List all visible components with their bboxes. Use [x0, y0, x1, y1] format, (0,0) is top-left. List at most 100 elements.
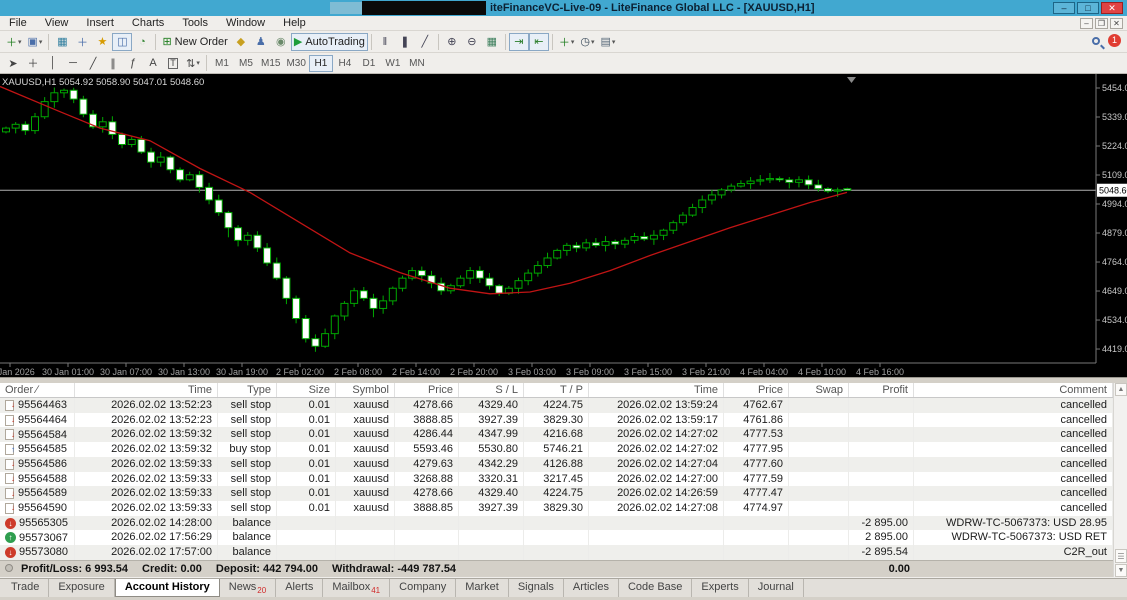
column-header-price2[interactable]: Price [724, 383, 789, 397]
crosshair-button[interactable]: ＋ [23, 54, 43, 72]
menu-item-charts[interactable]: Charts [123, 16, 173, 30]
tab-company[interactable]: Company [390, 579, 456, 597]
line-mode-button[interactable]: ╱ [415, 33, 435, 51]
maximize-button[interactable]: □ [1077, 2, 1099, 14]
column-header-profit[interactable]: Profit [849, 383, 914, 397]
table-row[interactable]: 955644642026.02.02 13:52:23sell stop0.01… [0, 413, 1113, 428]
menu-item-help[interactable]: Help [274, 16, 315, 30]
arrows-button[interactable]: ⇅▾ [183, 54, 203, 72]
terminal-button[interactable]: ◫ [112, 33, 132, 51]
fibonacci-button[interactable]: ƒ [123, 54, 143, 72]
timeframe-h4-button[interactable]: H4 [333, 55, 357, 72]
chevron-down-icon[interactable]: ▾ [571, 38, 575, 46]
tab-exposure[interactable]: Exposure [49, 579, 114, 597]
data-window-button[interactable]: ＋ [72, 33, 92, 51]
trendline-button[interactable]: ╱ [83, 54, 103, 72]
table-row[interactable]: 955645882026.02.02 13:59:33sell stop0.01… [0, 472, 1113, 487]
chevron-down-icon[interactable]: ▾ [196, 59, 200, 67]
column-header-sl[interactable]: S / L [459, 383, 524, 397]
chevron-down-icon[interactable]: ▾ [18, 38, 22, 46]
cursor-button[interactable]: ➤ [3, 54, 23, 72]
chart-shift-button[interactable]: ⇤ [529, 33, 549, 51]
zoom-in-button[interactable]: ⊕ [442, 33, 462, 51]
menu-item-file[interactable]: File [0, 16, 36, 30]
scrollbar-thumb[interactable]: ☰ [1115, 549, 1127, 563]
tab-experts[interactable]: Experts [692, 579, 748, 597]
table-row[interactable]: 955645842026.02.02 13:59:32sell stop0.01… [0, 427, 1113, 442]
table-row[interactable]: 955645892026.02.02 13:59:33sell stop0.01… [0, 486, 1113, 501]
new-chart-button[interactable]: ＋▾ [3, 33, 25, 51]
mdi-close-button[interactable]: ✕ [1110, 18, 1123, 29]
tab-journal[interactable]: Journal [749, 579, 804, 597]
indicators-button[interactable]: ＋▾ [556, 33, 578, 51]
horizontal-line-button[interactable]: ─ [63, 54, 83, 72]
broadcast-button[interactable]: ◉ [271, 33, 291, 51]
menu-item-window[interactable]: Window [217, 16, 274, 30]
table-scrollbar[interactable]: ▲ ☰ ▼ [1113, 383, 1127, 577]
notification-badge[interactable]: 1 [1108, 34, 1121, 47]
mdi-restore-button[interactable]: ❐ [1095, 18, 1108, 29]
close-button[interactable]: ✕ [1101, 2, 1123, 14]
timeframe-mn-button[interactable]: MN [405, 55, 429, 72]
text-button[interactable]: A [143, 54, 163, 72]
chevron-down-icon[interactable]: ▾ [39, 38, 43, 46]
navigator-button[interactable]: ★ [92, 33, 112, 51]
tab-market[interactable]: Market [456, 579, 509, 597]
column-header-tp[interactable]: T / P [524, 383, 589, 397]
timeframe-h1-button[interactable]: H1 [309, 55, 333, 72]
column-header-time2[interactable]: Time [589, 383, 724, 397]
table-row[interactable]: 955644632026.02.02 13:52:23sell stop0.01… [0, 398, 1113, 413]
chevron-down-icon[interactable]: ▾ [591, 38, 595, 46]
timeframe-m5-button[interactable]: M5 [234, 55, 258, 72]
table-row[interactable]: 955645852026.02.02 13:59:32buy stop0.01x… [0, 442, 1113, 457]
column-header-comment[interactable]: Comment [914, 383, 1113, 397]
scroll-down-arrow-icon[interactable]: ▼ [1115, 564, 1127, 577]
column-header-symbol[interactable]: Symbol [336, 383, 395, 397]
tab-alerts[interactable]: Alerts [276, 579, 323, 597]
price-chart[interactable]: 5454.005339.005224.005109.004994.004879.… [0, 74, 1127, 377]
market-watch-button[interactable]: ▦ [52, 33, 72, 51]
zoom-out-button[interactable]: ⊖ [462, 33, 482, 51]
column-header-type[interactable]: Type [218, 383, 277, 397]
chevron-down-icon[interactable]: ▾ [612, 38, 616, 46]
timeframe-m30-button[interactable]: M30 [283, 55, 308, 72]
timeframe-m1-button[interactable]: M1 [210, 55, 234, 72]
tab-mailbox[interactable]: Mailbox41 [323, 579, 390, 597]
table-row[interactable]: 955645902026.02.02 13:59:33sell stop0.01… [0, 501, 1113, 516]
templates-button[interactable]: ▤▾ [597, 33, 618, 51]
expert-advisors-button[interactable]: ♟ [251, 33, 271, 51]
minimize-button[interactable]: – [1053, 2, 1075, 14]
table-row[interactable]: ↓955730802026.02.02 17:57:00balance-2 89… [0, 545, 1113, 560]
table-row[interactable]: ↑955730672026.02.02 17:56:29balance2 895… [0, 530, 1113, 545]
candle-mode-button[interactable]: ❚ [395, 33, 415, 51]
search-icon[interactable] [1092, 37, 1100, 45]
mdi-minimize-button[interactable]: – [1080, 18, 1093, 29]
tab-code-base[interactable]: Code Base [619, 579, 692, 597]
auto-scroll-button[interactable]: ⇥ [509, 33, 529, 51]
tab-news[interactable]: News20 [220, 579, 276, 597]
tab-trade[interactable]: Trade [2, 579, 49, 597]
periods-button[interactable]: ◷▾ [577, 33, 597, 51]
scroll-up-arrow-icon[interactable]: ▲ [1115, 383, 1127, 396]
column-header-order[interactable]: Order ∕ [0, 383, 75, 397]
profiles-button[interactable]: ▣▾ [25, 33, 46, 51]
menu-item-view[interactable]: View [36, 16, 78, 30]
table-row[interactable]: 955645862026.02.02 13:59:33sell stop0.01… [0, 457, 1113, 472]
tab-signals[interactable]: Signals [509, 579, 564, 597]
menu-item-insert[interactable]: Insert [77, 16, 123, 30]
column-header-time[interactable]: Time [75, 383, 218, 397]
chart-canvas[interactable]: 5454.005339.005224.005109.004994.004879.… [0, 74, 1127, 377]
timeframe-d1-button[interactable]: D1 [357, 55, 381, 72]
text-label-button[interactable]: T [163, 54, 183, 72]
column-header-price[interactable]: Price [395, 383, 459, 397]
metaeditor-button[interactable]: ◆ [231, 33, 251, 51]
autotrading-button[interactable]: ▶AutoTrading [291, 33, 368, 51]
tab-articles[interactable]: Articles [564, 579, 619, 597]
timeframe-m15-button[interactable]: M15 [258, 55, 283, 72]
strategy-tester-button[interactable]: ◔ [132, 33, 152, 51]
column-header-swap[interactable]: Swap [789, 383, 849, 397]
vertical-line-button[interactable]: │ [43, 54, 63, 72]
tab-account-history[interactable]: Account History [115, 579, 220, 597]
table-row[interactable]: ↓955653052026.02.02 14:28:00balance-2 89… [0, 516, 1113, 531]
equidistant-channel-button[interactable]: ∥ [103, 54, 123, 72]
